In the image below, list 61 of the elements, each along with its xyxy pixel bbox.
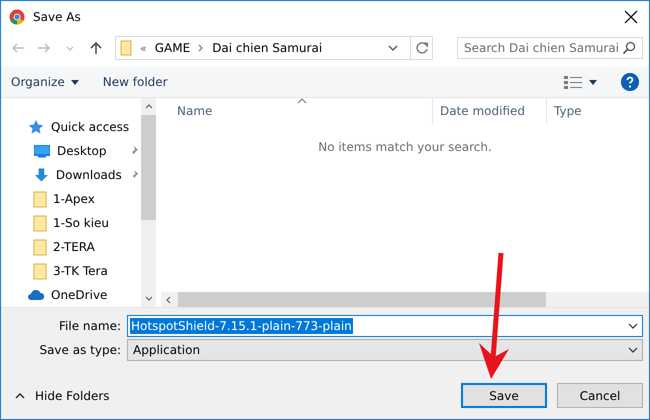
- field-label: Save as type:: [38, 343, 122, 357]
- scroll-left-icon[interactable]: [166, 296, 171, 304]
- organize-menu[interactable]: Organize: [11, 75, 79, 89]
- star-icon: [27, 119, 45, 135]
- folder-icon: [33, 262, 47, 280]
- column-header[interactable]: Date modified: [433, 98, 547, 124]
- overflow-chevrons[interactable]: «: [140, 42, 147, 54]
- desktop-icon: [33, 144, 51, 158]
- nav-item[interactable]: 1-So kieu: [1, 212, 141, 234]
- cloud-icon: [27, 288, 45, 302]
- vertical-scrollbar[interactable]: [141, 98, 156, 307]
- close-icon: [624, 10, 638, 24]
- nav-item[interactable]: Desktop: [1, 140, 141, 162]
- caret-icon: [628, 323, 638, 329]
- column-header[interactable]: Name: [161, 98, 433, 124]
- save-button[interactable]: Save: [461, 383, 547, 408]
- caret-icon: [589, 80, 597, 84]
- new-folder-button[interactable]: New folder: [102, 75, 168, 89]
- up-arrow-icon: [88, 40, 104, 56]
- caret-up-icon: [15, 392, 25, 398]
- help-icon: [621, 73, 639, 91]
- hide-folders-button[interactable]: Hide Folders: [15, 388, 110, 402]
- folder-icon: [33, 190, 47, 208]
- scroll-up-icon[interactable]: [144, 104, 152, 109]
- horizontal-scrollbar[interactable]: [161, 292, 649, 307]
- breadcrumb[interactable]: Dai chien Samurai: [212, 41, 322, 55]
- cancel-button[interactable]: Cancel: [557, 383, 643, 408]
- window-title: Save As: [33, 10, 82, 24]
- nav-item[interactable]: OneDrive: [1, 284, 141, 306]
- address-bar[interactable]: « GAME Dai chien Samurai: [115, 36, 433, 60]
- search-icon: [622, 41, 636, 55]
- view-options-button[interactable]: [563, 75, 597, 89]
- folder-icon: [120, 40, 132, 56]
- help-button[interactable]: [621, 73, 639, 91]
- down-arrow-icon: [33, 167, 50, 183]
- file-name-field[interactable]: HotspotShield-7.15.1-plain-773-plain: [127, 315, 643, 337]
- caret-icon: [628, 347, 638, 353]
- browser-logo-icon: [9, 8, 25, 24]
- scroll-thumb[interactable]: [141, 115, 156, 220]
- nav-item[interactable]: 2-TERA: [1, 236, 141, 258]
- nav-item[interactable]: Downloads: [1, 164, 141, 186]
- nav-item[interactable]: Quick access: [1, 116, 141, 138]
- breadcrumb[interactable]: GAME: [154, 41, 190, 55]
- nav-item[interactable]: 3-TK Tera: [1, 260, 141, 282]
- field-label: File name:: [58, 319, 122, 333]
- file-type-dropdown[interactable]: Application: [127, 339, 643, 361]
- caret-icon: [66, 46, 74, 50]
- column-header[interactable]: Type: [547, 98, 649, 124]
- caret-icon: [388, 45, 398, 51]
- folder-icon: [33, 214, 47, 232]
- search-field[interactable]: Search Dai chien Samurai: [457, 37, 643, 59]
- chevron-icon: [198, 44, 204, 52]
- folder-icon: [33, 238, 47, 256]
- refresh-icon: [414, 41, 428, 55]
- scroll-down-icon[interactable]: [144, 296, 152, 301]
- caret-icon: [70, 80, 79, 84]
- nav-item[interactable]: 1-Apex: [1, 188, 141, 210]
- list-view-icon: [563, 75, 583, 89]
- empty-message: No items match your search.: [318, 140, 492, 156]
- scroll-thumb[interactable]: [178, 292, 546, 307]
- sort-caret-icon: [297, 98, 307, 104]
